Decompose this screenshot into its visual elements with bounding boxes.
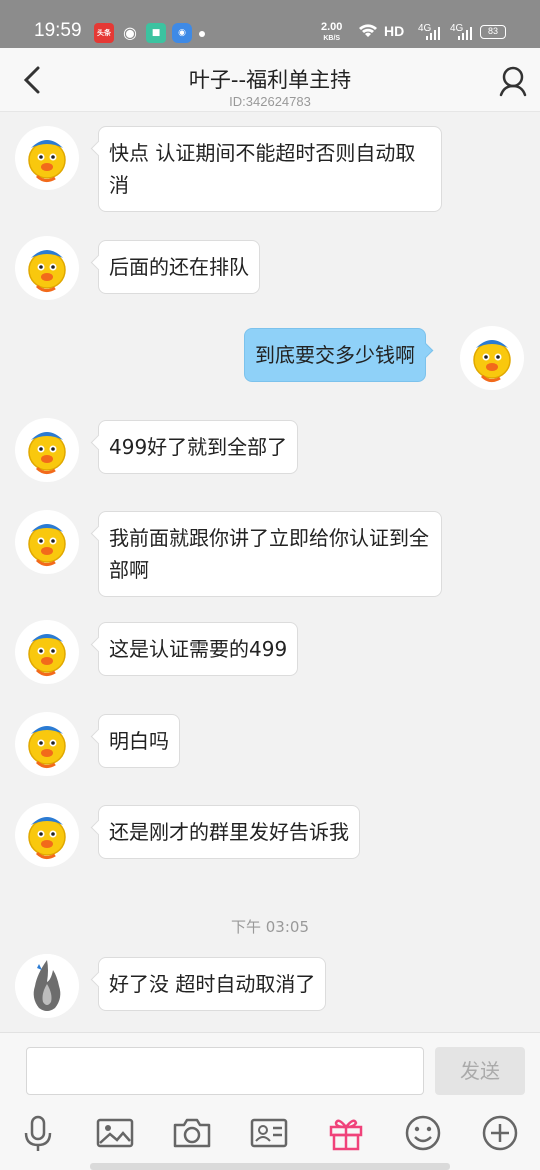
qq-penguin-avatar-icon (28, 726, 66, 769)
contact-avatar[interactable] (15, 510, 79, 574)
qq-penguin-avatar-icon (28, 817, 66, 860)
chat-id: ID:342624783 (229, 94, 311, 109)
message-bubble-incoming[interactable]: 快点 认证期间不能超时否则自动取消 (98, 126, 442, 212)
mic-icon (24, 1115, 52, 1151)
message-bubble-outgoing[interactable]: 到底要交多少钱啊 (244, 328, 426, 382)
wallet-app-icon: ■ (146, 23, 166, 43)
contact-avatar[interactable] (15, 236, 79, 300)
message-bubble-incoming[interactable]: 我前面就跟你讲了立即给你认证到全部啊 (98, 511, 442, 597)
qq-penguin-avatar-icon (28, 432, 66, 475)
qq-penguin-avatar-icon (28, 524, 66, 567)
qq-penguin-avatar-icon (28, 140, 66, 183)
gift-button[interactable] (326, 1113, 366, 1153)
gift-icon (329, 1119, 363, 1151)
browser-app-icon: ◉ (172, 23, 192, 43)
status-bar: 19:59 头条 ◉ ■ ◉ 2.00 KB/S HD 4G 4G 83 (0, 0, 540, 48)
qq-penguin-avatar-icon (28, 634, 66, 677)
signal-bars-icon (426, 26, 440, 40)
emoji-button[interactable] (403, 1113, 443, 1153)
contact-avatar[interactable] (15, 620, 79, 684)
camera-icon (173, 1118, 211, 1148)
notification-dot-icon (199, 31, 205, 37)
contact-avatar[interactable] (15, 126, 79, 190)
chat-toolbar (0, 1113, 540, 1157)
fire-avatar-icon (15, 954, 79, 1018)
voice-button[interactable] (18, 1113, 58, 1153)
message-bubble-incoming[interactable]: 这是认证需要的499 (98, 622, 299, 676)
contact-avatar[interactable] (15, 954, 79, 1018)
battery-indicator: 83 (480, 25, 506, 39)
photo-button[interactable] (95, 1113, 135, 1153)
plus-circle-icon (482, 1115, 518, 1151)
contact-card-button[interactable] (249, 1113, 289, 1153)
wifi-icon (358, 23, 378, 43)
message-bubble-incoming[interactable]: 后面的还在排队 (98, 240, 260, 294)
contact-card-icon (250, 1118, 288, 1148)
contact-avatar[interactable] (15, 418, 79, 482)
network-speed-unit: KB/S (323, 35, 341, 42)
chat-header: 叶子--福利单主持 ID:342624783 (0, 48, 540, 112)
hd-indicator: HD (384, 23, 405, 39)
network-speed-value: 2.00 (321, 21, 343, 33)
qq-penguin-avatar-icon (473, 340, 511, 383)
signal-bars-icon (458, 26, 472, 40)
camera-button[interactable] (172, 1113, 212, 1153)
message-bubble-incoming[interactable]: 明白吗 (98, 714, 180, 768)
more-button[interactable] (480, 1113, 520, 1153)
send-button[interactable]: 发送 (435, 1047, 525, 1095)
user-profile-icon (499, 66, 527, 97)
message-bubble-incoming[interactable]: 还是刚才的群里发好告诉我 (98, 805, 360, 859)
message-bubble-incoming[interactable]: 好了没 超时自动取消了 (98, 957, 327, 1011)
qq-penguin-avatar-icon (28, 250, 66, 293)
input-bar: 发送 (0, 1032, 540, 1170)
status-time: 19:59 (34, 20, 82, 41)
message-timestamp: 下午 03:05 (231, 918, 309, 936)
image-icon (96, 1118, 134, 1148)
profile-button[interactable] (496, 64, 530, 98)
chat-title: 叶子--福利单主持 (188, 68, 352, 92)
self-avatar[interactable] (460, 326, 524, 390)
message-input[interactable] (26, 1047, 424, 1095)
network-speed: 2.00 KB/S (321, 22, 342, 44)
contact-avatar[interactable] (15, 803, 79, 867)
toutiao-app-icon: 头条 (94, 23, 114, 43)
message-bubble-incoming[interactable]: 499好了就到全部了 (98, 420, 299, 474)
contact-avatar[interactable] (15, 712, 79, 776)
gesture-nav-bar[interactable] (90, 1163, 450, 1170)
emoji-icon (405, 1115, 441, 1151)
wechat-icon: ◉ (123, 23, 137, 42)
